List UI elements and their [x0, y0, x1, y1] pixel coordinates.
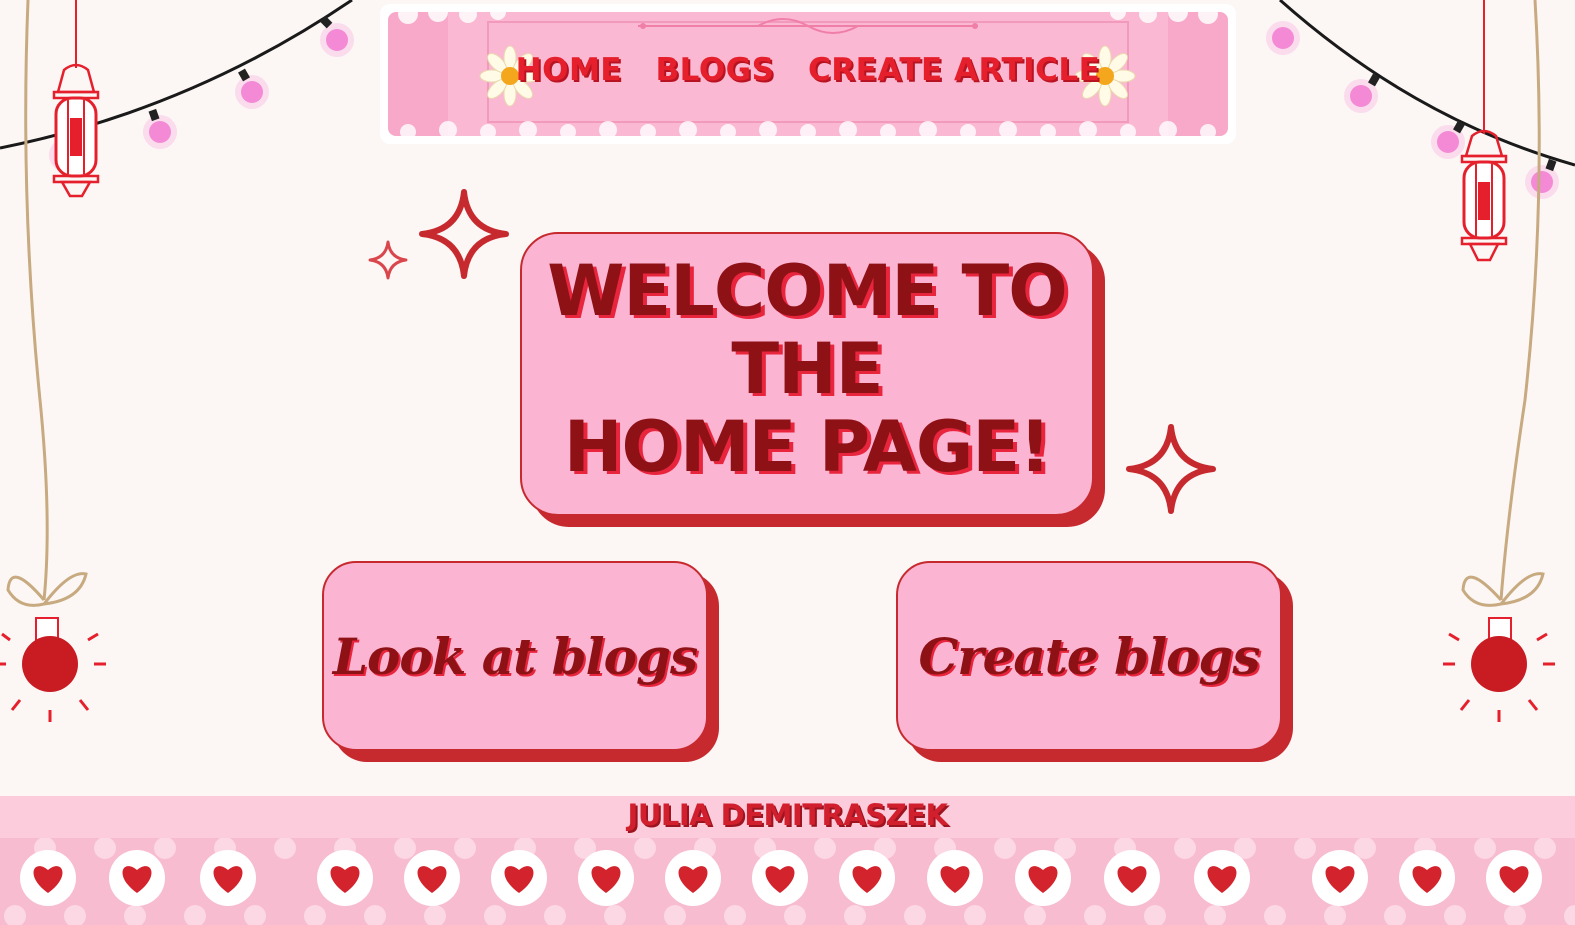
heart-icon	[200, 850, 256, 906]
heart-icon	[1399, 850, 1455, 906]
footer-strip: JULIA DEMITRASZEK	[0, 796, 1575, 838]
author-name: JULIA DEMITRASZEK	[627, 798, 948, 832]
heart-icon	[839, 850, 895, 906]
look-at-blogs-button[interactable]: Look at blogs	[322, 561, 708, 751]
heart-icon	[752, 850, 808, 906]
page-title: WELCOME TO THE HOME PAGE!	[522, 252, 1092, 496]
welcome-card: WELCOME TO THE HOME PAGE!	[520, 232, 1094, 516]
ornament-icon	[1443, 0, 1555, 722]
heart-icon	[578, 850, 634, 906]
title-line-2: HOME PAGE!	[563, 406, 1051, 488]
sparkle-icon	[1126, 424, 1216, 514]
page: HOME BLOGS CREATE ARTICLE WELCOME TO THE…	[0, 0, 1575, 925]
heart-icon	[20, 850, 76, 906]
heart-row	[4, 837, 1575, 925]
footer-heart-border	[0, 837, 1575, 925]
heart-icon	[1486, 850, 1542, 906]
heart-icon	[404, 850, 460, 906]
heart-icon	[1015, 850, 1071, 906]
create-blogs-button[interactable]: Create blogs	[896, 561, 1282, 751]
nav-banner: HOME BLOGS CREATE ARTICLE	[378, 4, 1238, 144]
heart-icon	[927, 850, 983, 906]
sparkle-icon	[419, 189, 509, 279]
look-at-blogs-label: Look at blogs	[332, 626, 698, 686]
sparkle-icon	[368, 240, 408, 280]
heart-icon	[491, 850, 547, 906]
create-blogs-label: Create blogs	[918, 626, 1260, 686]
heart-icon	[317, 850, 373, 906]
nav-link-blogs[interactable]: BLOGS	[656, 52, 775, 88]
nav-link-create-article[interactable]: CREATE ARTICLE	[808, 52, 1100, 88]
ornament-icon	[0, 0, 106, 722]
heart-icon	[665, 850, 721, 906]
heart-icon	[1194, 850, 1250, 906]
heart-icon	[1312, 850, 1368, 906]
nav-link-home[interactable]: HOME	[516, 52, 622, 88]
heart-icon	[1104, 850, 1160, 906]
heart-icon	[109, 850, 165, 906]
title-line-1: WELCOME TO THE	[547, 250, 1068, 410]
nav-links: HOME BLOGS CREATE ARTICLE	[378, 52, 1238, 88]
